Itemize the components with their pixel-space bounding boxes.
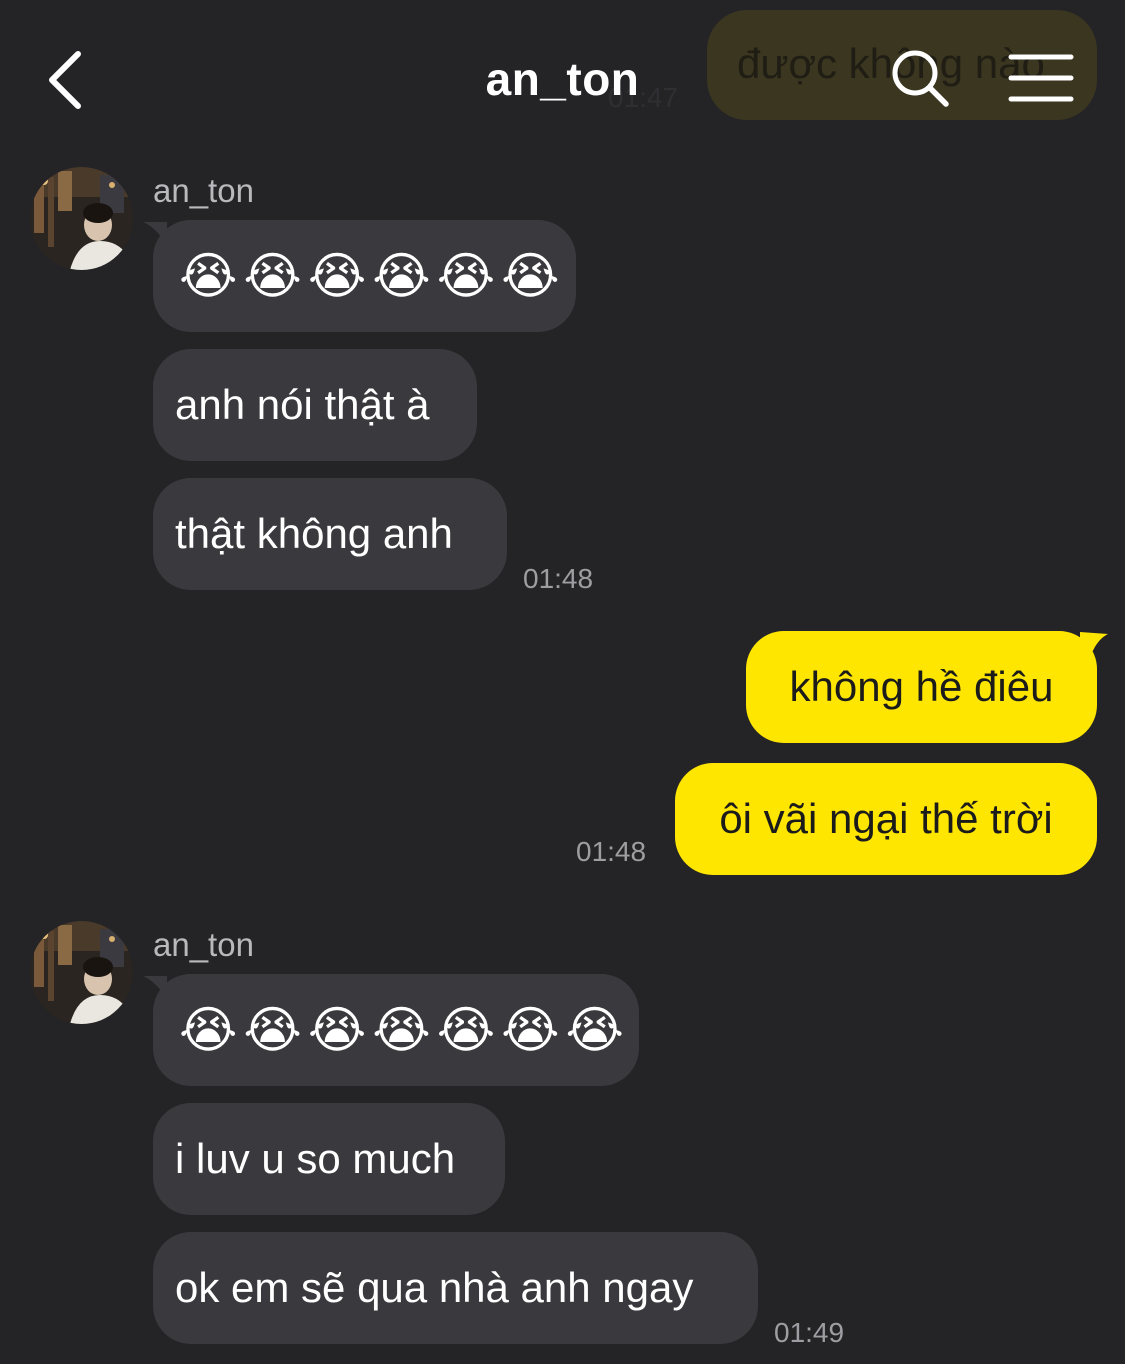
menu-icon — [1008, 54, 1074, 102]
message-bubble[interactable]: anh nói thật à — [153, 349, 477, 461]
chat-title: an_ton — [485, 53, 640, 105]
avatar-photo — [30, 921, 133, 1024]
sender-avatar[interactable] — [30, 921, 133, 1024]
search-icon — [892, 50, 949, 107]
message-bubble[interactable]: 😭😭😭😭😭😭 — [153, 220, 576, 332]
avatar-photo — [30, 167, 133, 270]
search-button[interactable] — [890, 48, 952, 110]
message-bubble[interactable]: không hề điêu — [746, 631, 1097, 743]
message-timestamp: 01:49 — [774, 1317, 845, 1348]
message-timestamp: 01:48 — [576, 836, 647, 867]
sender-name: an_ton — [153, 172, 254, 209]
message-bubble[interactable]: i luv u so much — [153, 1103, 505, 1215]
sender-name: an_ton — [153, 926, 254, 963]
menu-button[interactable] — [1008, 52, 1074, 104]
message-timestamp: 01:48 — [523, 563, 594, 594]
message-bubble[interactable]: ôi vãi ngại thế trời — [675, 763, 1097, 875]
message-bubble[interactable]: 😭😭😭😭😭😭😭 — [153, 974, 639, 1086]
message-bubble[interactable]: ok em sẽ qua nhà anh ngay — [153, 1232, 758, 1344]
chat-header: 01:47 được không nào an_ton — [0, 0, 1125, 150]
message-bubble[interactable]: thật không anh — [153, 478, 507, 590]
sender-avatar[interactable] — [30, 167, 133, 270]
